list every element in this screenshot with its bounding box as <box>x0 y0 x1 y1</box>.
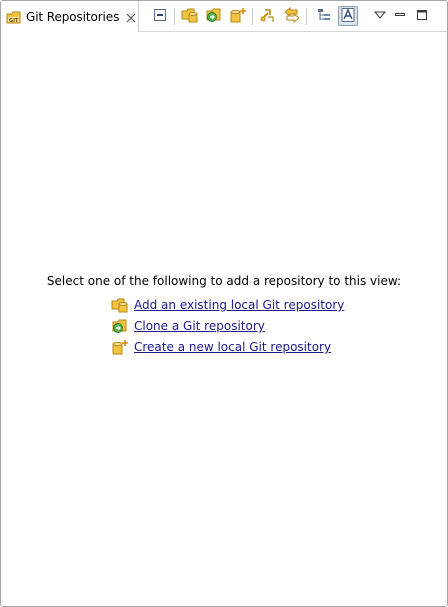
clone-repository-icon <box>205 7 223 26</box>
add-existing-repository-link[interactable]: Add an existing local Git repository <box>134 298 344 312</box>
maximize-button[interactable] <box>412 6 432 26</box>
git-repositories-icon: GIT <box>6 9 22 25</box>
collapse-all-button[interactable] <box>150 6 170 26</box>
add-repository-icon <box>111 296 129 314</box>
toolbar-separator <box>174 8 175 25</box>
add-existing-repository-row[interactable]: Add an existing local Git repository <box>111 296 344 314</box>
repositories-content: Select one of the following to add a rep… <box>1 32 447 606</box>
link-editor-icon <box>283 6 301 26</box>
clone-repo-button[interactable] <box>204 6 224 26</box>
tab-git-repositories[interactable]: GIT Git Repositories <box>1 1 139 32</box>
close-icon[interactable] <box>126 12 136 22</box>
view-menu-button[interactable] <box>370 6 390 26</box>
collapse-all-icon <box>152 7 168 26</box>
text-annotation-icon <box>340 7 356 26</box>
clone-repository-icon <box>111 317 129 335</box>
clone-repository-row[interactable]: Clone a Git repository <box>111 317 265 335</box>
link-with-editor-button[interactable] <box>282 6 302 26</box>
show-annotations-button[interactable] <box>338 6 358 26</box>
view-tab-bar: GIT Git Repositories <box>1 1 447 32</box>
link-selection-icon <box>259 7 277 26</box>
minimize-button[interactable] <box>390 6 410 26</box>
create-repository-link[interactable]: Create a new local Git repository <box>134 340 331 354</box>
git-repositories-view: GIT Git Repositories Select one of the f… <box>0 0 448 607</box>
clone-repository-link[interactable]: Clone a Git repository <box>134 319 265 333</box>
create-repository-icon <box>229 7 247 26</box>
hierarchy-icon <box>316 7 332 26</box>
chevron-down-icon <box>373 9 387 23</box>
hierarchical-layout-button[interactable] <box>314 6 334 26</box>
empty-view-message: Select one of the following to add a rep… <box>46 274 402 288</box>
add-existing-repo-button[interactable] <box>180 6 200 26</box>
add-repository-icon <box>181 7 199 26</box>
minimize-icon <box>394 9 406 23</box>
create-repository-icon <box>111 338 129 356</box>
create-repo-button[interactable] <box>228 6 248 26</box>
link-with-selection-button[interactable] <box>258 6 278 26</box>
svg-text:GIT: GIT <box>9 18 19 24</box>
create-repository-row[interactable]: Create a new local Git repository <box>111 338 331 356</box>
tab-label: Git Repositories <box>26 9 120 24</box>
maximize-icon <box>416 9 428 24</box>
toolbar-separator <box>252 8 253 25</box>
toolbar-separator <box>306 8 307 25</box>
